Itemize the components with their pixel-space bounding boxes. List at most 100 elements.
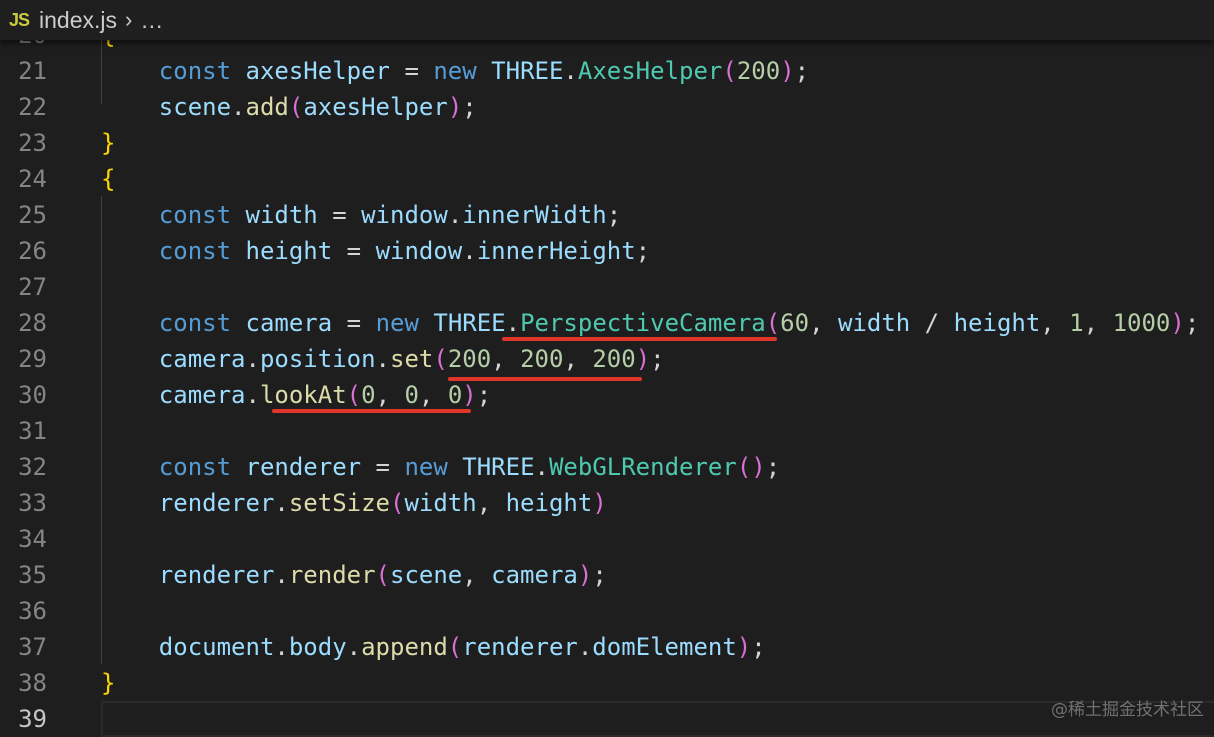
code-token: camera bbox=[245, 309, 333, 337]
code-line[interactable]: 29 camera.position.set(200, 200, 200); bbox=[0, 341, 1214, 377]
watermark: @稀土掘金技术社区 bbox=[1051, 700, 1204, 720]
code-token: position bbox=[259, 345, 376, 373]
code-token: THREE bbox=[433, 309, 506, 337]
line-number: 34 bbox=[18, 525, 47, 553]
code-token: height bbox=[245, 237, 333, 265]
code-token: new bbox=[404, 453, 448, 481]
code-token: camera bbox=[491, 561, 578, 589]
code-line[interactable]: 38} bbox=[0, 665, 1214, 701]
code-token: = bbox=[332, 237, 376, 265]
code-token: , bbox=[491, 345, 521, 373]
code-token: THREE bbox=[462, 453, 535, 481]
breadcrumb-file[interactable]: index.js bbox=[39, 7, 117, 34]
code-token: 0 bbox=[404, 381, 419, 409]
code-text: const width = window.innerWidth; bbox=[101, 197, 621, 233]
code-editor[interactable]: 20{21 const axesHelper = new THREE.AxesH… bbox=[0, 0, 1214, 737]
code-line[interactable]: 26 const height = window.innerHeight; bbox=[0, 233, 1214, 269]
code-text: renderer.render(scene, camera); bbox=[101, 557, 607, 593]
code-token: ) bbox=[447, 93, 463, 121]
code-line[interactable]: 33 renderer.setSize(width, height) bbox=[0, 485, 1214, 521]
code-line[interactable]: 32 const renderer = new THREE.WebGLRende… bbox=[0, 449, 1214, 485]
code-token: ; bbox=[650, 345, 665, 373]
code-token: . bbox=[231, 93, 246, 121]
breadcrumb-more[interactable]: … bbox=[140, 7, 163, 34]
code-token: const bbox=[158, 309, 232, 337]
code-token: camera bbox=[158, 381, 246, 409]
code-token: . bbox=[245, 345, 260, 373]
code-token: ) bbox=[780, 57, 795, 85]
code-token: , bbox=[476, 489, 506, 517]
code-token: axesHelper bbox=[245, 57, 391, 85]
code-line[interactable]: 22 scene.add(axesHelper); bbox=[0, 89, 1214, 125]
code-line[interactable]: 25 const width = window.innerWidth; bbox=[0, 197, 1214, 233]
code-token: const bbox=[158, 201, 232, 229]
code-token: width bbox=[404, 489, 477, 517]
code-token: 200 bbox=[592, 345, 636, 373]
code-token: ; bbox=[592, 561, 607, 589]
code-token: ) bbox=[635, 345, 651, 373]
code-token: new bbox=[375, 309, 419, 337]
breadcrumb: JS index.js › … bbox=[0, 0, 1214, 40]
code-token: 1 bbox=[1069, 309, 1084, 337]
code-line[interactable]: 36 bbox=[0, 593, 1214, 629]
code-line[interactable]: 39 bbox=[0, 701, 1214, 737]
code-token: domElement bbox=[592, 633, 737, 661]
code-line[interactable]: 23} bbox=[0, 125, 1214, 161]
code-token: ( bbox=[375, 561, 390, 589]
code-token: const bbox=[158, 237, 232, 265]
code-token: . bbox=[274, 633, 289, 661]
code-token: renderer bbox=[158, 489, 275, 517]
code-line[interactable]: 21 const axesHelper = new THREE.AxesHelp… bbox=[0, 53, 1214, 89]
code-text: { bbox=[101, 161, 115, 197]
code-token: . bbox=[563, 57, 578, 85]
code-line[interactable]: 31 bbox=[0, 413, 1214, 449]
line-number: 29 bbox=[18, 345, 47, 373]
code-line[interactable]: 27 bbox=[0, 269, 1214, 305]
code-token: ; bbox=[1184, 309, 1200, 337]
code-token: setSize bbox=[288, 489, 390, 517]
code-text: const renderer = new THREE.WebGLRenderer… bbox=[101, 449, 780, 485]
code-token: ) bbox=[577, 561, 593, 589]
annotation-underline-position-values bbox=[448, 377, 642, 381]
code-token: WebGLRenderer bbox=[548, 453, 737, 481]
code-token: ( bbox=[346, 381, 362, 409]
code-line[interactable]: 28 const camera = new THREE.PerspectiveC… bbox=[0, 305, 1214, 341]
code-token: ( bbox=[390, 489, 405, 517]
code-token: = bbox=[317, 201, 362, 229]
line-number: 21 bbox=[18, 57, 47, 85]
code-line[interactable]: 34 bbox=[0, 521, 1214, 557]
annotation-underline-perspective-camera bbox=[502, 337, 777, 341]
code-token: , bbox=[375, 381, 405, 409]
line-number: 27 bbox=[18, 273, 47, 301]
code-token: ( bbox=[722, 57, 737, 85]
line-number: 37 bbox=[18, 633, 47, 661]
code-line[interactable]: 24 { bbox=[0, 161, 1214, 197]
code-line[interactable]: 37 document.body.append(renderer.domElem… bbox=[0, 629, 1214, 665]
annotation-underline-lookat bbox=[272, 409, 471, 413]
code-text: renderer.setSize(width, height) bbox=[101, 485, 607, 521]
code-token: new bbox=[433, 57, 477, 85]
code-line[interactable]: 30 camera.lookAt(0, 0, 0); bbox=[0, 377, 1214, 413]
code-token: ) bbox=[592, 489, 607, 517]
code-line[interactable]: 35 renderer.render(scene, camera); bbox=[0, 557, 1214, 593]
code-text: } bbox=[101, 125, 115, 161]
code-token: append bbox=[361, 633, 448, 661]
code-token: renderer bbox=[158, 561, 275, 589]
line-number: 22 bbox=[18, 93, 47, 121]
line-number: 38 bbox=[18, 669, 47, 697]
code-token: PerspectiveCamera bbox=[520, 309, 766, 337]
code-token: height bbox=[953, 309, 1041, 337]
code-token: ; bbox=[462, 93, 477, 121]
line-number: 26 bbox=[18, 237, 47, 265]
code-text: const camera = new THREE.PerspectiveCame… bbox=[101, 305, 1199, 341]
